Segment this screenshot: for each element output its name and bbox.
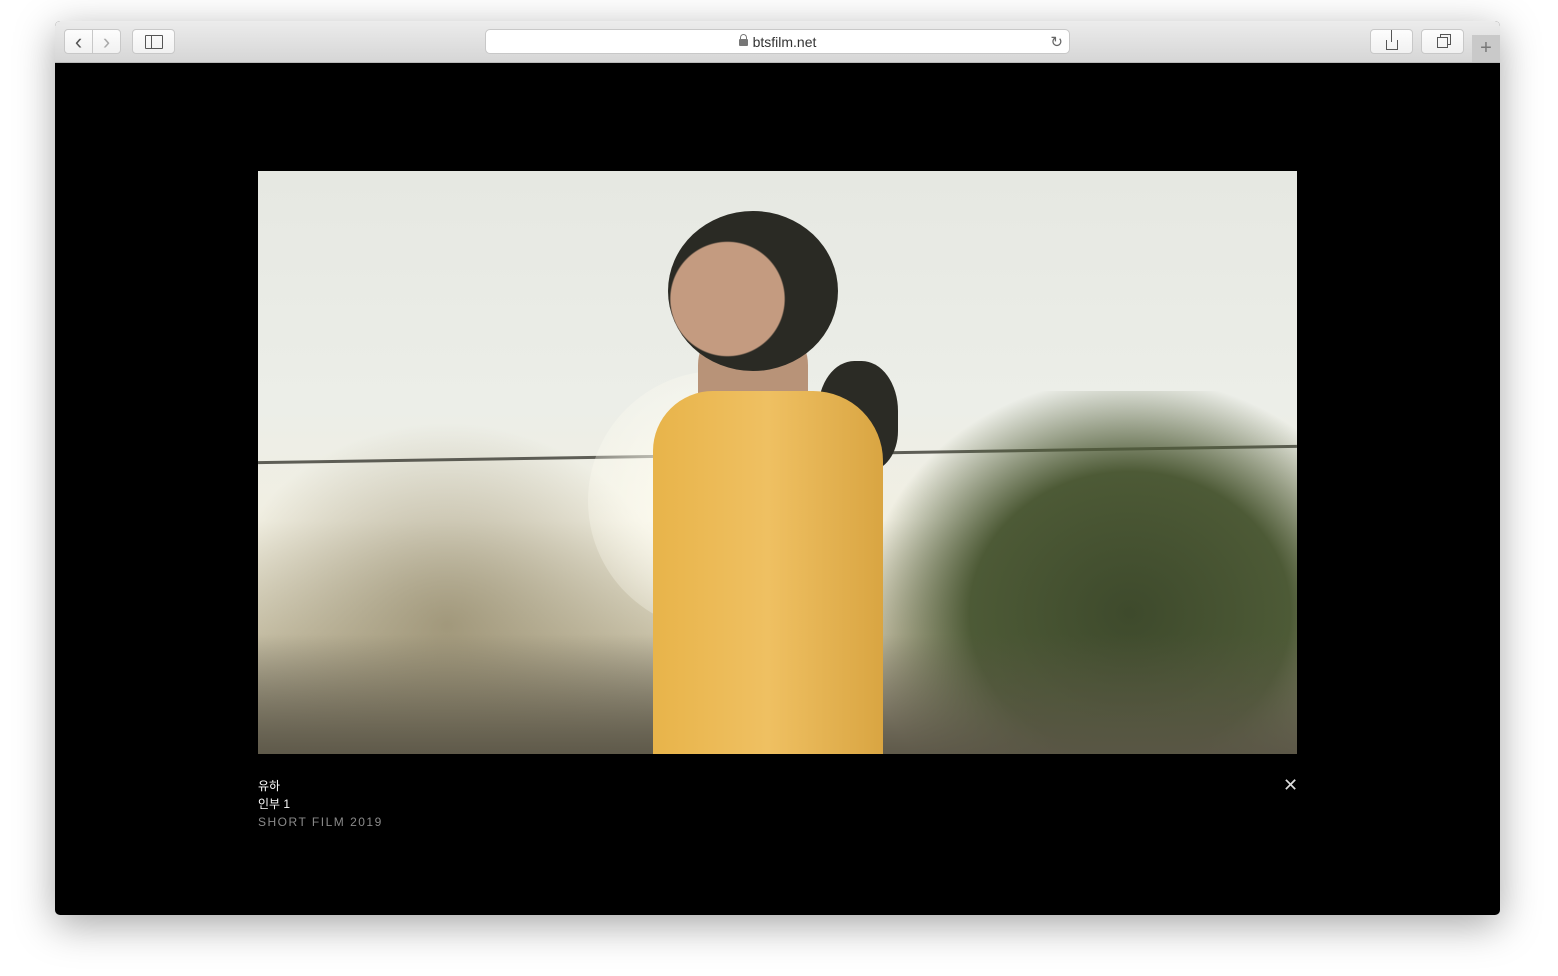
forward-button[interactable]: › [92, 29, 121, 54]
browser-toolbar: ‹ › btsfilm.net ↻ + [55, 21, 1500, 63]
tabs-icon [1437, 37, 1448, 48]
url-text: btsfilm.net [752, 33, 817, 50]
film-title: 유하 [258, 779, 281, 793]
share-icon [1385, 29, 1398, 50]
close-icon[interactable]: ✕ [1283, 775, 1298, 796]
film-caption: 유하 인부 1 SHORT FILM 2019 [258, 777, 383, 831]
film-category: SHORT FILM 2019 [258, 815, 383, 829]
tabs-button[interactable] [1421, 29, 1464, 54]
sidebar-button[interactable] [132, 29, 175, 54]
film-still-image [258, 171, 1297, 754]
back-button[interactable]: ‹ [64, 29, 93, 54]
sidebar-icon [144, 34, 163, 49]
chevron-left-icon: ‹ [74, 28, 83, 54]
address-bar[interactable]: btsfilm.net ↻ [485, 29, 1070, 54]
plus-icon: + [1480, 37, 1492, 59]
reload-icon[interactable]: ↻ [1050, 33, 1063, 51]
new-tab-button[interactable]: + [1472, 35, 1500, 62]
browser-window: ‹ › btsfilm.net ↻ + 유하 인부 1 SHORT FILM 2… [55, 21, 1500, 915]
film-subtitle: 인부 1 [258, 797, 291, 811]
share-button[interactable] [1370, 29, 1413, 54]
chevron-right-icon: › [102, 28, 111, 54]
lock-icon [738, 34, 748, 46]
